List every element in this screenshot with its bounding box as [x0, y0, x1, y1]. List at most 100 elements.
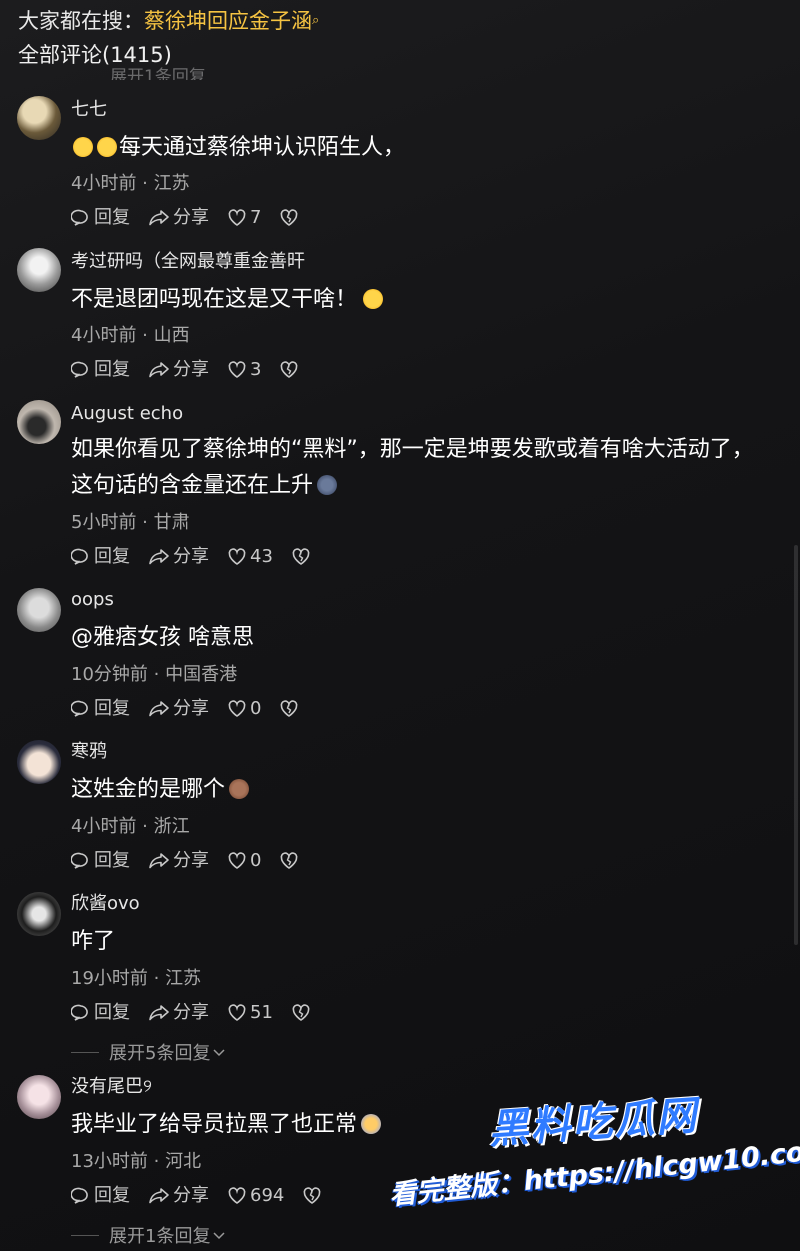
reply-label: 回复	[94, 546, 130, 567]
broken-heart-icon	[303, 1187, 321, 1204]
share-button[interactable]: 分享	[148, 206, 209, 230]
reply-icon	[71, 1187, 88, 1204]
reply-button[interactable]: 回复	[71, 697, 130, 721]
reply-icon	[71, 548, 88, 565]
like-button[interactable]: 51	[227, 1001, 273, 1025]
avatar[interactable]	[17, 892, 61, 936]
comment-text-body: @雅痞女孩 啥意思	[71, 625, 254, 650]
like-button[interactable]: 0	[227, 849, 261, 873]
comment-actions: 回复 分享 694	[71, 1184, 343, 1208]
laughing-cry-emoji-icon	[97, 137, 117, 157]
search-icon: ⌕	[312, 13, 320, 28]
comment-username[interactable]: oops	[71, 588, 114, 612]
trending-search[interactable]: 大家都在搜：蔡徐坤回应金子涵⌕	[18, 6, 319, 36]
share-icon	[149, 1005, 169, 1021]
reply-label: 回复	[94, 207, 130, 228]
comment-text-body: 这姓金的是哪个	[71, 777, 226, 802]
reply-label: 回复	[94, 850, 130, 871]
comment-username[interactable]: August echo	[71, 402, 183, 426]
reply-icon	[71, 852, 88, 869]
comment-actions: 回复 分享 0	[71, 697, 320, 721]
comment-text: 咋了	[71, 924, 771, 960]
share-button[interactable]: 分享	[148, 545, 209, 569]
avatar[interactable]	[17, 740, 61, 784]
comment-username[interactable]: 考过研吗（全网最尊重金善旰	[71, 250, 305, 274]
dislike-button[interactable]	[302, 1186, 325, 1206]
expand-replies-button[interactable]: 展开1条回复	[71, 1222, 226, 1248]
share-button[interactable]: 分享	[148, 1184, 209, 1208]
chevron-down-icon	[213, 1232, 225, 1240]
expand-replies-label: 展开5条回复	[109, 1043, 211, 1064]
reply-button[interactable]: 回复	[71, 358, 130, 382]
share-label: 分享	[173, 359, 209, 380]
heart-icon	[228, 700, 246, 717]
like-count: 7	[250, 207, 262, 228]
comment-username[interactable]: 欣酱ovo	[71, 892, 140, 916]
trending-search-keyword[interactable]: 蔡徐坤回应金子涵	[144, 9, 312, 33]
dislike-button[interactable]	[279, 699, 302, 719]
share-icon	[149, 1188, 169, 1204]
reply-button[interactable]: 回复	[71, 545, 130, 569]
like-button[interactable]: 0	[227, 697, 261, 721]
share-icon	[149, 362, 169, 378]
comment-username[interactable]: 七七	[71, 98, 107, 122]
comment-text: 这姓金的是哪个	[71, 772, 771, 808]
share-button[interactable]: 分享	[148, 358, 209, 382]
avatar[interactable]	[17, 96, 61, 140]
faded-expand-replies[interactable]: 展开1条回复	[110, 62, 206, 80]
trending-search-prefix: 大家都在搜：	[18, 9, 144, 33]
reply-button[interactable]: 回复	[71, 1001, 130, 1025]
dislike-button[interactable]	[279, 208, 302, 228]
comment-actions: 回复 分享 7	[71, 206, 320, 230]
dislike-button[interactable]	[279, 360, 302, 380]
like-count: 0	[250, 850, 262, 871]
like-button[interactable]: 7	[227, 206, 261, 230]
comment-text-body: 如果你看见了蔡徐坤的“黑料”，那一定是坤要发歌或着有啥大活动了，这句话的含金量还…	[71, 437, 754, 498]
reply-button[interactable]: 回复	[71, 849, 130, 873]
reply-button[interactable]: 回复	[71, 206, 130, 230]
comment-username[interactable]: 寒鸦	[71, 740, 107, 764]
comment-text: @雅痞女孩 啥意思	[71, 620, 771, 656]
comment-text-body: 每天通过蔡徐坤认识陌生人，	[119, 135, 406, 160]
dislike-button[interactable]	[291, 1003, 314, 1023]
heart-icon	[228, 361, 246, 378]
comment-text: 不是退团吗现在这是又干啥！	[71, 282, 771, 318]
share-icon	[149, 853, 169, 869]
avatar[interactable]	[17, 588, 61, 632]
comment-actions: 回复 分享 0	[71, 849, 320, 873]
share-button[interactable]: 分享	[148, 1001, 209, 1025]
dislike-button[interactable]	[291, 547, 314, 567]
laughing-cry-emoji-icon	[73, 137, 93, 157]
comment-text: 如果你看见了蔡徐坤的“黑料”，那一定是坤要发歌或着有啥大活动了，这句话的含金量还…	[71, 432, 771, 504]
reply-label: 回复	[94, 1185, 130, 1206]
avatar[interactable]	[17, 1075, 61, 1119]
comment-username[interactable]: 没有尾巴୨	[71, 1075, 152, 1099]
share-icon	[149, 210, 169, 226]
share-button[interactable]: 分享	[148, 697, 209, 721]
comment-meta: 10分钟前 · 中国香港	[71, 664, 238, 685]
comment-meta: 13小时前 · 河北	[71, 1151, 202, 1172]
like-button[interactable]: 694	[227, 1184, 284, 1208]
scrollbar[interactable]	[794, 545, 798, 945]
heart-icon	[228, 1004, 246, 1021]
reply-icon	[71, 361, 88, 378]
heart-icon	[228, 209, 246, 226]
comment-text-body: 咋了	[71, 929, 116, 954]
broken-heart-icon	[281, 209, 298, 226]
share-button[interactable]: 分享	[148, 849, 209, 873]
dark-face-emoji-icon	[317, 475, 338, 495]
expand-replies-label: 展开1条回复	[109, 1226, 211, 1247]
dislike-button[interactable]	[279, 851, 302, 871]
like-button[interactable]: 43	[227, 545, 273, 569]
reply-button[interactable]: 回复	[71, 1184, 130, 1208]
expand-replies-button[interactable]: 展开5条回复	[71, 1039, 226, 1065]
like-button[interactable]: 3	[227, 358, 261, 382]
avatar[interactable]	[17, 400, 61, 444]
comment-meta: 5小时前 · 甘肃	[71, 512, 190, 533]
expand-divider	[71, 1234, 99, 1236]
broken-heart-icon	[292, 1004, 310, 1021]
broken-heart-icon	[292, 548, 310, 565]
comment-text: 每天通过蔡徐坤认识陌生人，	[71, 130, 771, 166]
avatar[interactable]	[17, 248, 61, 292]
comment-actions: 回复 分享 3	[71, 358, 320, 382]
